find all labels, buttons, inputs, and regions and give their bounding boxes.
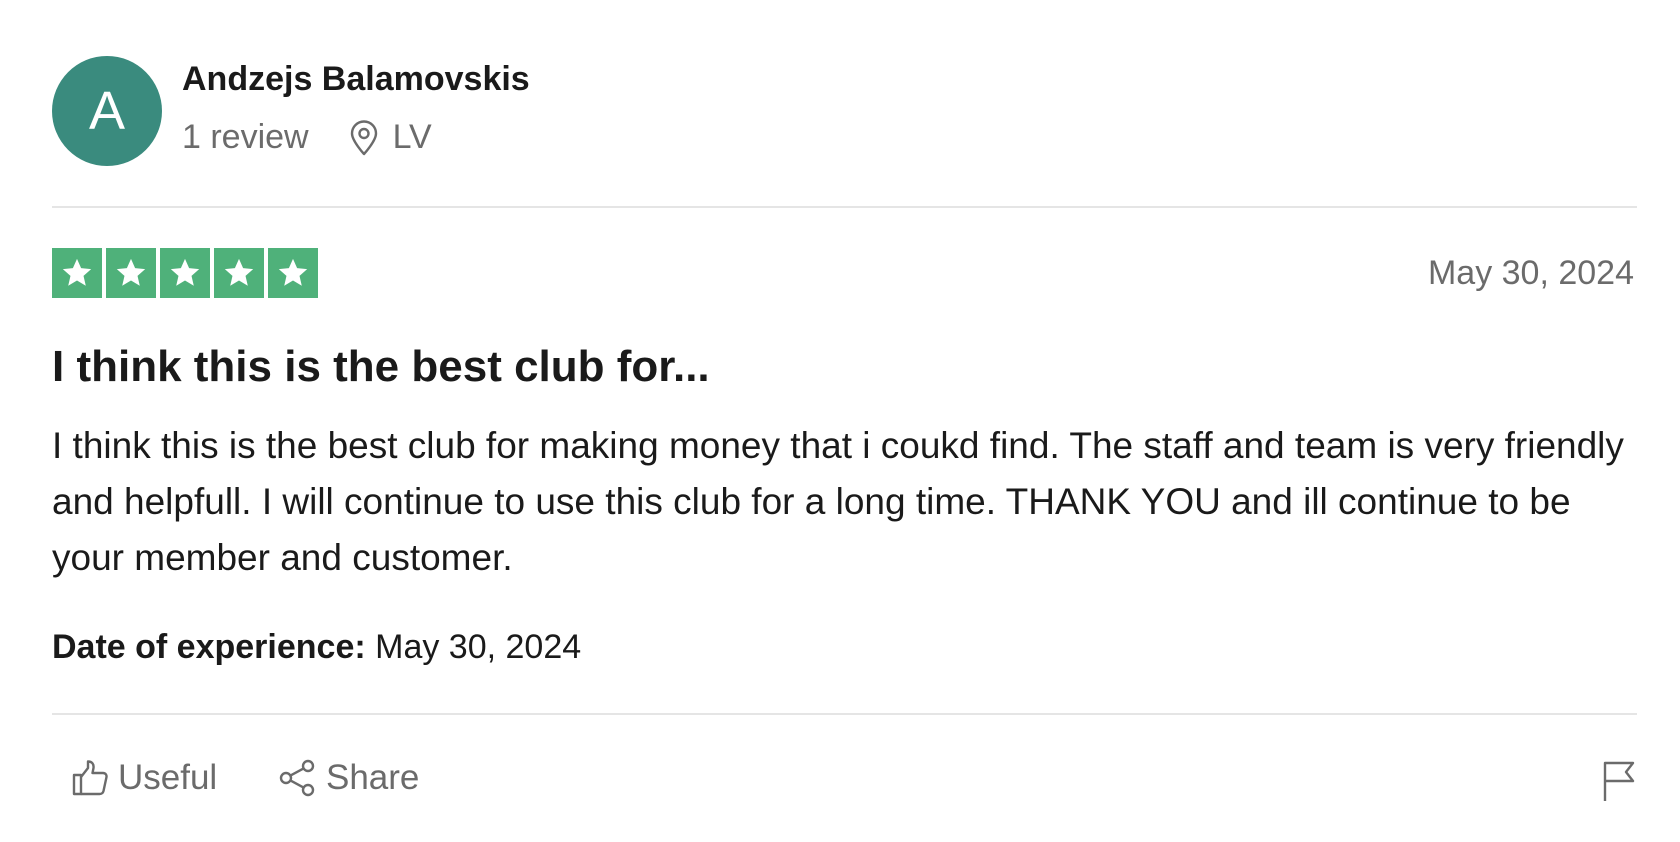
reviewer-location: LV xyxy=(349,118,432,157)
star-icon xyxy=(278,258,308,286)
avatar-letter: A xyxy=(88,81,126,141)
star-rating xyxy=(52,248,322,298)
star xyxy=(214,248,264,298)
divider xyxy=(52,206,1637,208)
share-button[interactable]: Share xyxy=(278,758,419,798)
star xyxy=(106,248,156,298)
star-icon xyxy=(170,258,200,286)
thumbs-up-icon xyxy=(72,760,108,796)
divider xyxy=(52,713,1637,715)
useful-label: Useful xyxy=(118,758,218,797)
experience-date: May 30, 2024 xyxy=(375,628,582,666)
review-date: May 30, 2024 xyxy=(1427,254,1634,292)
date-of-experience: Date of experience: May 30, 2024 xyxy=(52,628,581,667)
useful-button[interactable]: Useful xyxy=(70,758,217,798)
star xyxy=(160,248,210,298)
star xyxy=(52,248,102,298)
reviewer-name[interactable]: Andzejs Balamovskis xyxy=(182,60,530,99)
review-count: 1 review xyxy=(182,118,309,156)
flag-icon xyxy=(1603,761,1635,801)
report-button[interactable] xyxy=(1602,760,1636,807)
share-icon xyxy=(279,759,315,797)
star-icon xyxy=(116,258,146,286)
review-card: A Andzejs Balamovskis 1 review LV May 30… xyxy=(0,0,1680,842)
experience-label: Date of experience: xyxy=(52,628,366,666)
star-icon xyxy=(62,258,92,286)
review-title[interactable]: I think this is the best club for... xyxy=(52,342,710,392)
avatar[interactable]: A xyxy=(52,56,162,166)
star-icon xyxy=(224,258,254,286)
star xyxy=(268,248,318,298)
location-pin-icon xyxy=(350,119,377,155)
reviewer-meta: 1 review LV xyxy=(182,118,432,157)
location-label: LV xyxy=(392,118,432,156)
share-label: Share xyxy=(326,758,420,797)
review-body: I think this is the best club for making… xyxy=(52,425,1624,578)
